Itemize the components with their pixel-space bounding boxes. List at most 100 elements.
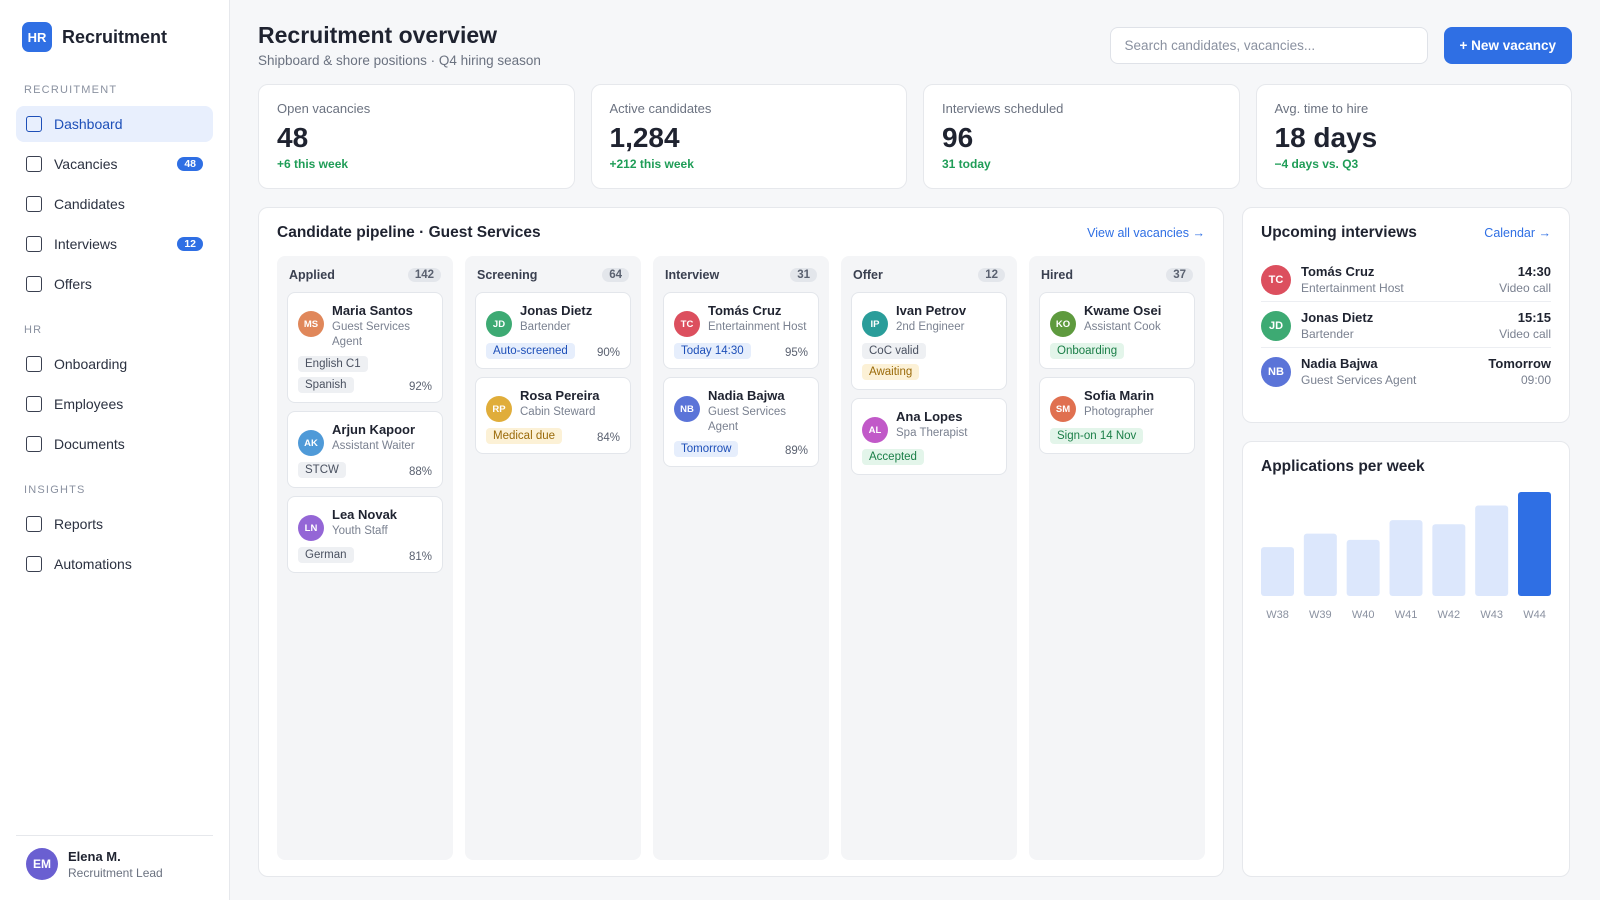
candidate-info: Sofia Marin Photographer	[1084, 388, 1154, 420]
candidate-card[interactable]: KO Kwame Osei Assistant Cook Onboarding	[1039, 292, 1195, 369]
match-score: 95%	[784, 347, 808, 359]
candidate-role: Assistant Waiter	[332, 440, 415, 452]
pipeline-column-screening: Screening 64 JD Jonas Dietz Bartender Auto-sc…	[465, 256, 641, 860]
card-footer: English C1 Spanish 92%	[298, 356, 432, 393]
candidate-card[interactable]: AL Ana Lopes Spa Therapist Accepted	[851, 398, 1007, 475]
stat-card: Open vacancies 48 +6 this week	[258, 84, 575, 189]
tag-list: Tomorrow	[674, 441, 739, 457]
nav-section-title: INSIGHTS	[24, 484, 86, 496]
user-profile[interactable]: EM Elena M. Recruitment Lead	[16, 835, 213, 900]
candidate-info: Jonas Dietz Bartender	[520, 303, 592, 335]
title-block: Recruitment overview Shipboard & shore p…	[258, 22, 541, 68]
interview-row[interactable]: NB Nadia Bajwa Guest Services Agent Tomorro…	[1261, 348, 1551, 393]
tag-list: CoC valid Awaiting	[862, 343, 926, 380]
candidate-card[interactable]: NB Nadia Bajwa Guest Services Agent Tomorro…	[663, 377, 819, 467]
sidebar-item-label: Onboarding	[54, 356, 128, 372]
sidebar-item-candidates[interactable]: Candidates	[16, 186, 213, 222]
sidebar-nav: RECRUITMENT Dashboard Vacancies 48 Candidate…	[16, 84, 213, 586]
checkbox-icon	[26, 236, 42, 252]
checkbox-icon	[26, 396, 42, 412]
brand[interactable]: HR Recruitment	[22, 22, 207, 52]
avatar: SM	[1050, 396, 1076, 422]
bar-w42	[1432, 524, 1466, 596]
nav-section-title: HR	[24, 324, 43, 336]
x-tick-label: W40	[1352, 609, 1375, 621]
interview-row[interactable]: JD Jonas Dietz Bartender 15:15 Video call	[1261, 302, 1551, 348]
stat-card: Active candidates 1,284 +212 this week	[590, 84, 907, 189]
candidate-card[interactable]: SM Sofia Marin Photographer Sign-on 14 Nov	[1039, 377, 1195, 454]
stats-row: Open vacancies 48 +6 this week Active candi…	[258, 84, 1572, 189]
candidate-role: Photographer	[1084, 406, 1154, 418]
nav-gap	[16, 466, 213, 484]
card-header: AK Arjun Kapoor Assistant Waiter	[298, 422, 432, 456]
sidebar-item-offers[interactable]: Offers	[16, 266, 213, 302]
match-score: 81%	[408, 551, 432, 563]
search-input[interactable]	[1109, 27, 1428, 64]
candidate-name: Kwame Osei	[1084, 303, 1162, 318]
sidebar-item-interviews[interactable]: Interviews 12	[16, 226, 213, 262]
card-footer: Auto-screened 90%	[486, 343, 620, 359]
new-vacancy-button[interactable]: + New vacancy	[1443, 27, 1572, 64]
column-count-badge: 31	[790, 268, 817, 282]
candidate-role: Assistant Cook	[1084, 321, 1161, 333]
avatar: IP	[862, 311, 888, 337]
card-header: SM Sofia Marin Photographer	[1050, 388, 1184, 422]
candidate-card[interactable]: IP Ivan Petrov 2nd Engineer CoC valid Awaiti…	[851, 292, 1007, 390]
column-header: Offer 12	[853, 268, 1005, 282]
bar-w43	[1475, 505, 1509, 596]
profile-name: Elena M.	[68, 848, 121, 864]
interview-when: 14:30 Video call	[1499, 264, 1551, 295]
sidebar-item-vacancies[interactable]: Vacancies 48	[16, 146, 213, 182]
candidate-card[interactable]: MS Maria Santos Guest Services Agent Englis…	[287, 292, 443, 403]
stat-delta: 31 today	[942, 157, 991, 171]
x-tick-label: W38	[1266, 609, 1289, 621]
candidate-card[interactable]: LN Lea Novak Youth Staff German 81%	[287, 496, 443, 573]
pipeline-title: Candidate pipeline · Guest Services	[277, 224, 541, 241]
sidebar-item-employees[interactable]: Employees	[16, 386, 213, 422]
x-tick-label: W43	[1480, 609, 1503, 621]
candidate-role: Youth Staff	[332, 525, 388, 537]
interview-row[interactable]: TC Tomás Cruz Entertainment Host 14:30 Video…	[1261, 256, 1551, 302]
column-title: Applied	[289, 268, 335, 282]
card-footer: Accepted	[862, 449, 996, 465]
tag-list: Medical due	[486, 428, 563, 444]
avatar: TC	[1261, 264, 1291, 295]
candidate-role: Cabin Steward	[520, 406, 596, 418]
match-score: 90%	[596, 347, 620, 359]
sidebar-item-label: Candidates	[54, 196, 125, 212]
checkbox-icon	[26, 356, 42, 372]
sidebar-item-automations[interactable]: Automations	[16, 546, 213, 582]
candidate-card[interactable]: TC Tomás Cruz Entertainment Host Today 14:3…	[663, 292, 819, 369]
card-footer: STCW 88%	[298, 462, 432, 478]
candidate-card[interactable]: AK Arjun Kapoor Assistant Waiter STCW 88%	[287, 411, 443, 488]
sidebar-item-onboarding[interactable]: Onboarding	[16, 346, 213, 382]
candidate-role: 2nd Engineer	[896, 321, 965, 333]
status-tag: Auto-screened	[486, 343, 575, 359]
interview-time: Tomorrow	[1488, 356, 1551, 371]
sidebar: HR Recruitment RECRUITMENT Dashboard Vacan…	[0, 0, 230, 900]
x-tick-label: W42	[1438, 609, 1461, 621]
checkbox-icon	[26, 196, 42, 212]
stat-label: Avg. time to hire	[1274, 101, 1369, 116]
calendar-link[interactable]: Calendar →	[1484, 226, 1551, 240]
card-header: KO Kwame Osei Assistant Cook	[1050, 303, 1184, 337]
sidebar-item-documents[interactable]: Documents	[16, 426, 213, 462]
app-root: HR Recruitment RECRUITMENT Dashboard Vacan…	[0, 0, 1600, 900]
candidate-name: Arjun Kapoor	[332, 422, 416, 437]
pipeline-column-applied: Applied 142 MS Maria Santos Guest Services A…	[277, 256, 453, 860]
interview-info: Nadia Bajwa Guest Services Agent	[1301, 356, 1478, 387]
candidate-card[interactable]: RP Rosa Pereira Cabin Steward Medical due 84…	[475, 377, 631, 454]
candidate-name: Tomás Cruz	[708, 303, 782, 318]
sidebar-item-dashboard[interactable]: Dashboard	[16, 106, 213, 142]
candidate-name: Nadia Bajwa	[708, 388, 785, 403]
candidate-card[interactable]: JD Jonas Dietz Bartender Auto-screened 90%	[475, 292, 631, 369]
right-column: Upcoming interviews Calendar → TC Tomás C…	[1242, 207, 1570, 877]
stat-value: 18 days	[1274, 122, 1378, 153]
column-header: Applied 142	[289, 268, 441, 282]
stat-card: Avg. time to hire 18 days −4 days vs. Q3	[1255, 84, 1572, 189]
candidate-name: Maria Santos	[332, 303, 413, 318]
view-all-vacancies-link[interactable]: View all vacancies →	[1087, 226, 1205, 240]
card-footer: Onboarding	[1050, 343, 1184, 359]
sidebar-item-reports[interactable]: Reports	[16, 506, 213, 542]
pipeline-column-interview: Interview 31 TC Tomás Cruz Entertainment Hos…	[653, 256, 829, 860]
